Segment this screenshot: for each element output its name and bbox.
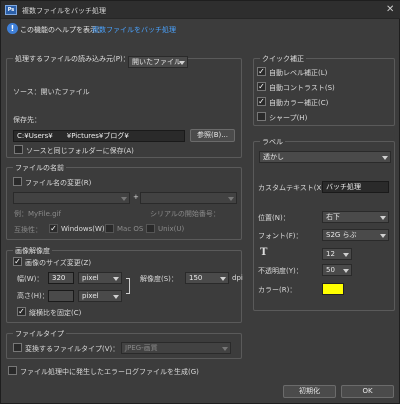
position-label: 位置(N)： <box>258 214 290 222</box>
link-bracket <box>126 278 130 294</box>
width-label: 幅(W)： <box>17 275 44 283</box>
constrain-checkbox[interactable]: ✓ <box>17 307 26 316</box>
example-label: 例：MyFile.gif <box>14 210 61 218</box>
source-select[interactable]: 開いたファイル <box>128 56 188 68</box>
sharpen-checkbox[interactable] <box>257 112 266 121</box>
opacity-label: 不透明度(Y)： <box>258 267 303 275</box>
font-select[interactable]: S2G らぶ <box>322 229 389 241</box>
chevron-down-icon <box>380 234 386 238</box>
rename-prefix-select[interactable] <box>13 192 130 204</box>
chevron-down-icon <box>382 156 388 160</box>
chevron-down-icon <box>113 277 119 281</box>
filetype-legend: ファイルタイプ <box>13 329 66 339</box>
info-icon: ! <box>7 23 18 34</box>
height-unit-select[interactable]: pixel <box>78 290 122 302</box>
help-link[interactable]: 複数ファイルをバッチ処理 <box>92 25 176 35</box>
serial-start-label: シリアルの開始番号： <box>150 210 220 218</box>
chevron-down-icon <box>222 347 228 351</box>
label-group: ラベル 透かし カスタムテキスト(X)： バッチ処理 位置(N)： 右下 フォン… <box>253 137 395 311</box>
position-select[interactable]: 右下 <box>322 211 389 223</box>
errorlog-label: ファイル処理中に発生したエラーログファイルを生成(G) <box>20 368 199 376</box>
resolution-label: 解像度(S)： <box>140 275 178 283</box>
dest-label: 保存先： <box>13 116 41 124</box>
close-icon[interactable]: ✕ <box>386 4 394 15</box>
resize-checkbox[interactable]: ✓ <box>13 257 22 266</box>
font-size-icon: T <box>260 247 268 258</box>
same-folder-checkbox[interactable] <box>14 145 23 154</box>
source-group: 処理するファイルの読み込み元(P)： 開いたファイル ソース：開いたファイル 保… <box>6 54 242 158</box>
source-label: ソース：開いたファイル <box>13 88 90 96</box>
compat-label: 互換性： <box>14 226 42 234</box>
convert-label: 変換するファイルタイプ(V)： <box>25 345 120 353</box>
font-label: フォント(F)： <box>258 232 303 240</box>
constrain-label: 縦横比を固定(C) <box>29 309 82 317</box>
chevron-down-icon <box>343 269 349 273</box>
font-size-select[interactable]: 12 <box>322 248 352 260</box>
chevron-down-icon <box>380 216 386 220</box>
reset-button[interactable]: 初期化 <box>283 385 336 398</box>
chevron-down-icon <box>179 61 185 65</box>
window-title: 複数ファイルをバッチ処理 <box>22 7 106 15</box>
sharpen-label: シャープ(H) <box>269 114 308 122</box>
auto-levels-label: 自動レベル補正(L) <box>269 69 328 77</box>
macos-checkbox[interactable] <box>105 224 114 233</box>
chevron-down-icon <box>113 295 119 299</box>
windows-label: Windows(W) <box>61 225 105 233</box>
convert-checkbox[interactable] <box>13 343 22 352</box>
auto-levels-checkbox[interactable]: ✓ <box>257 67 266 76</box>
rename-label: ファイル名の変更(R) <box>25 179 92 187</box>
label-legend: ラベル <box>260 137 285 147</box>
opacity-select[interactable]: 50 <box>322 264 352 276</box>
naming-group: ファイルの名前 ファイル名の変更(R) + 例：MyFile.gif シリアルの… <box>6 163 242 240</box>
resolution-unit: dpi <box>232 274 243 282</box>
label-type-select[interactable]: 透かし <box>259 151 391 163</box>
browse-button[interactable]: 参照(B)... <box>190 129 235 142</box>
unix-checkbox[interactable] <box>146 224 155 233</box>
chevron-down-icon <box>121 197 127 201</box>
windows-checkbox[interactable]: ✓ <box>49 224 58 233</box>
size-group: 画像解像度 ✓ 画像のサイズ変更(Z) 幅(W)： 320 pixel 高さ(H… <box>6 246 243 323</box>
resize-label: 画像のサイズ変更(Z) <box>25 259 92 267</box>
unix-label: Unix(U) <box>158 225 185 233</box>
title-bar: Ps 複数ファイルをバッチ処理 ✕ <box>1 1 400 19</box>
auto-color-label: 自動カラー補正(C) <box>269 99 329 107</box>
size-legend: 画像解像度 <box>13 246 52 256</box>
ok-button[interactable]: OK <box>341 385 394 398</box>
resolution-select[interactable]: 150 <box>185 272 229 284</box>
rename-checkbox[interactable] <box>13 177 22 186</box>
quickfix-legend: クイック補正 <box>260 54 306 64</box>
dest-path-field[interactable]: C:¥Users¥ ¥Pictures¥ブログ¥ <box>13 130 185 142</box>
app-icon: Ps <box>5 5 17 15</box>
custom-text-label: カスタムテキスト(X)： <box>258 184 332 192</box>
chevron-down-icon <box>220 277 226 281</box>
same-folder-label: ソースと同じフォルダーに保存(A) <box>26 147 134 155</box>
quickfix-group: クイック補正 ✓ 自動レベル補正(L) ✓ 自動コントラスト(S) ✓ 自動カラ… <box>253 54 395 126</box>
height-label: 高さ(H)： <box>17 292 49 300</box>
auto-contrast-label: 自動コントラスト(S) <box>269 84 335 92</box>
batch-dialog: Ps 複数ファイルをバッチ処理 ✕ ! この機能のヘルプを表示： 複数ファイルを… <box>0 0 400 404</box>
errorlog-checkbox[interactable] <box>8 366 17 375</box>
width-field[interactable]: 320 <box>48 272 74 284</box>
filetype-group: ファイルタイプ 変換するファイルタイプ(V)： JPEG-画質 <box>6 329 242 359</box>
plus-sign: + <box>133 193 139 201</box>
filetype-select[interactable]: JPEG-画質 <box>121 342 231 354</box>
auto-color-checkbox[interactable]: ✓ <box>257 97 266 106</box>
rename-suffix-select[interactable] <box>140 192 237 204</box>
chevron-down-icon <box>228 197 234 201</box>
width-unit-select[interactable]: pixel <box>78 272 122 284</box>
chevron-down-icon <box>343 253 349 257</box>
naming-legend: ファイルの名前 <box>13 163 66 173</box>
color-label: カラー(R)： <box>258 286 297 294</box>
color-swatch[interactable] <box>322 283 344 295</box>
macos-label: Mac OS <box>117 225 144 233</box>
auto-contrast-checkbox[interactable]: ✓ <box>257 82 266 91</box>
height-field[interactable] <box>48 290 74 302</box>
source-legend: 処理するファイルの読み込み元(P)： <box>13 54 132 64</box>
custom-text-field[interactable]: バッチ処理 <box>322 181 389 193</box>
